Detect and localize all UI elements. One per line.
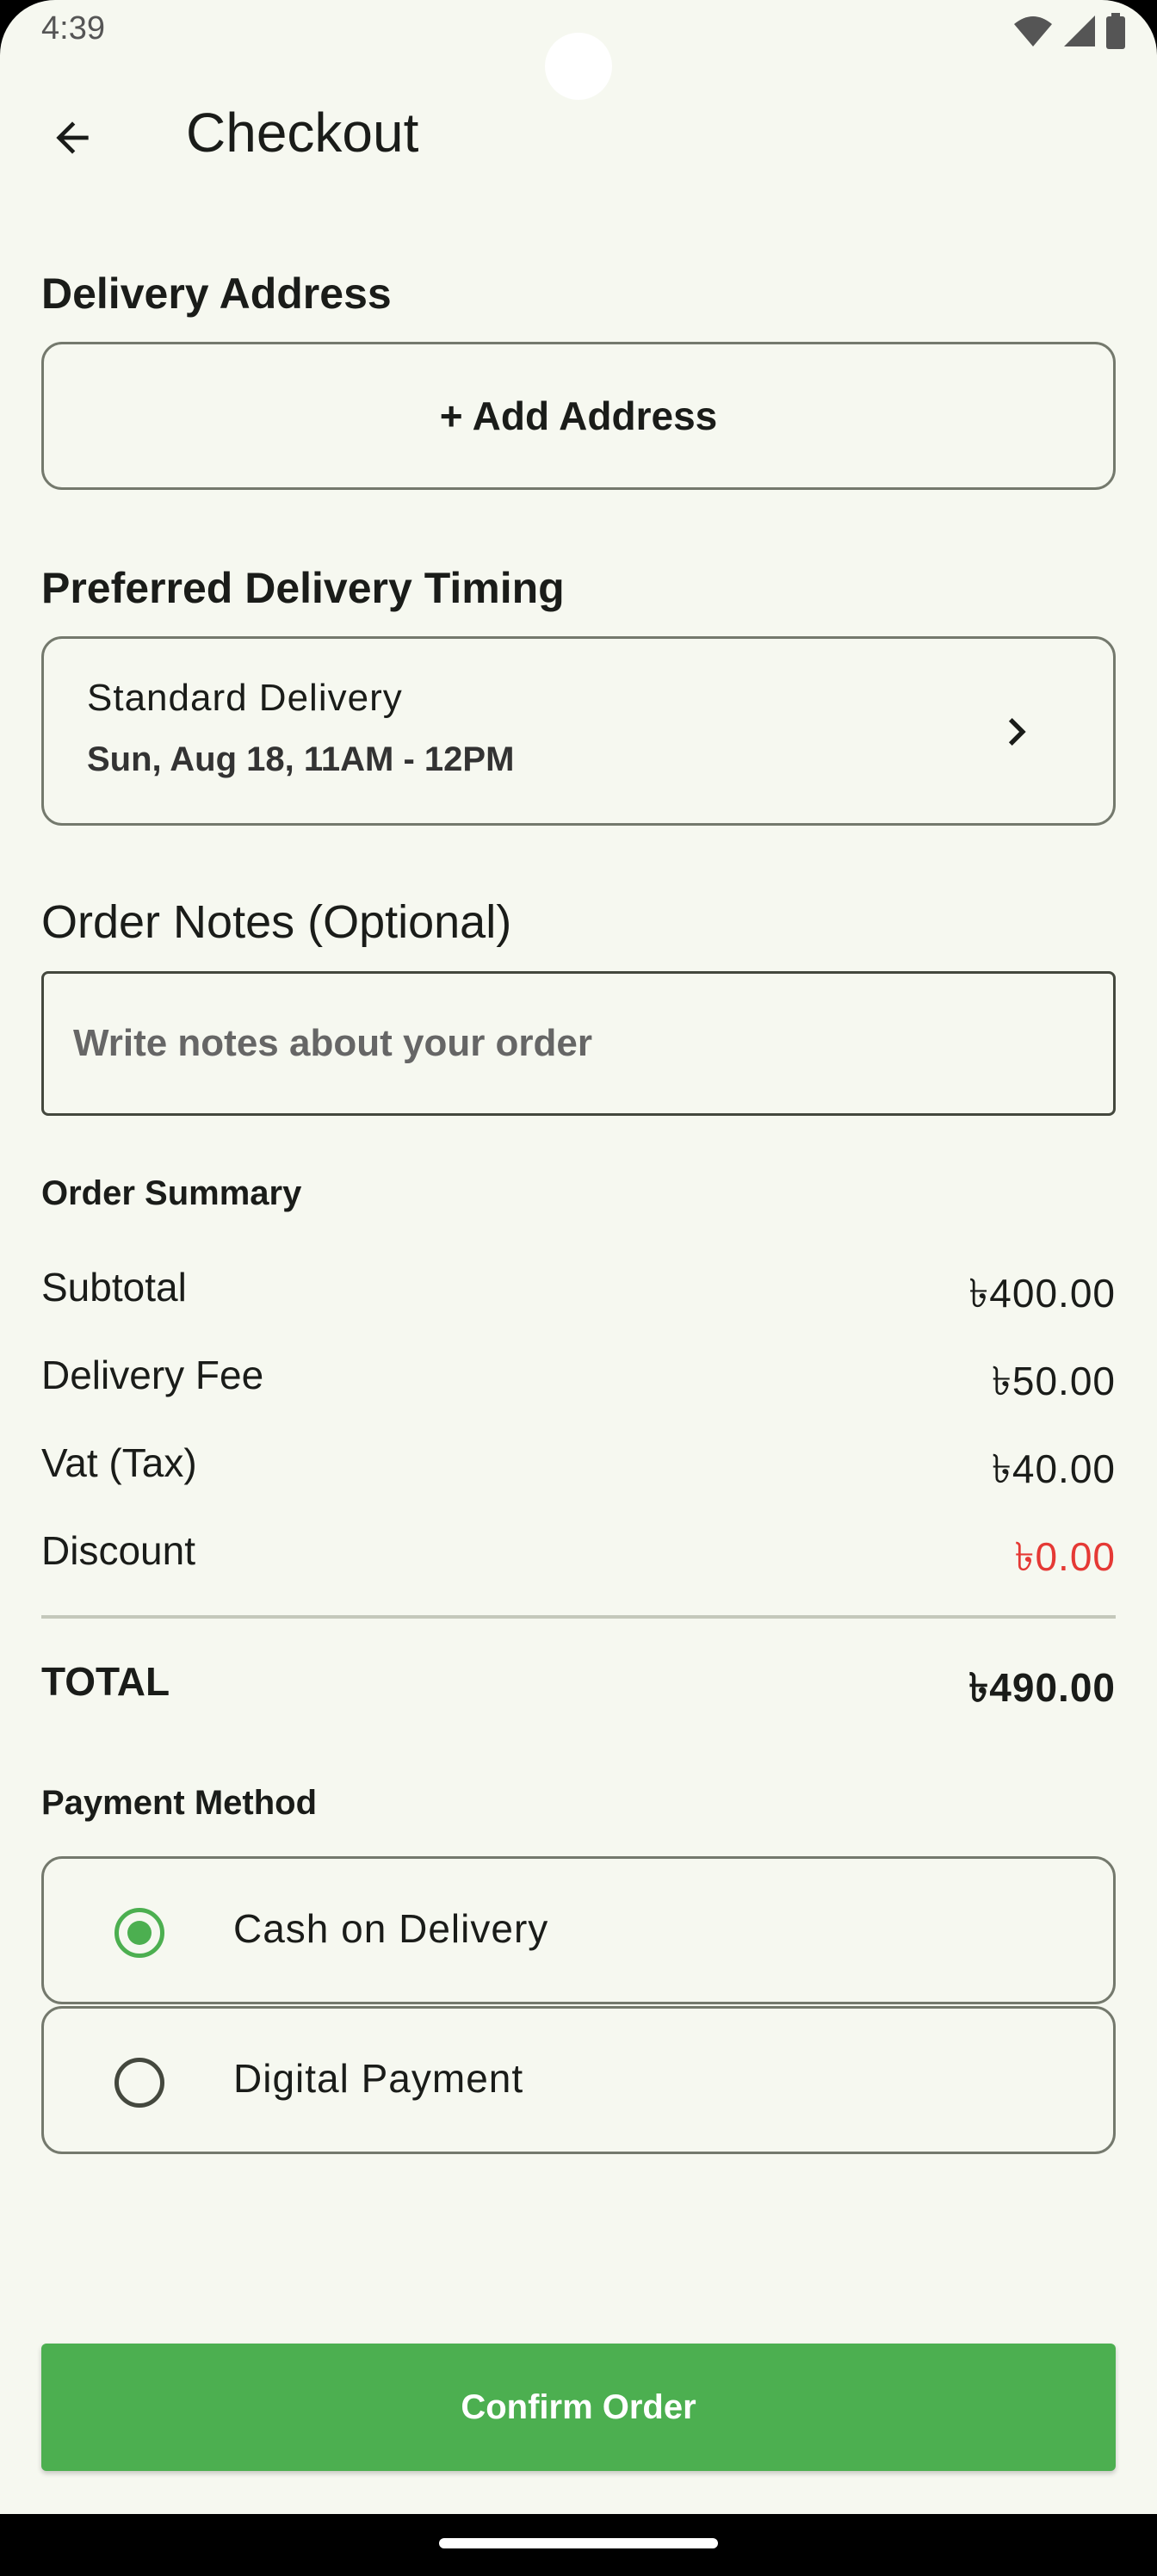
delivery-option-time: Sun, Aug 18, 11AM - 12PM [87,740,515,778]
payment-option-label: Digital Payment [233,2056,524,2101]
back-button[interactable] [38,103,107,172]
summary-label: Discount [41,1528,195,1573]
summary-label: Subtotal [41,1265,187,1310]
summary-divider [41,1615,1116,1619]
status-time: 4:39 [41,10,105,46]
status-bar: 4:39 [0,0,1157,100]
chevron-right-icon [1008,718,1026,746]
summary-amount: ৳40.00 [991,1446,1116,1491]
summary-amount: ৳400.00 [968,1271,1116,1316]
delivery-address-title: Delivery Address [41,269,392,318]
page-title: Checkout [186,102,419,164]
total-amount: ৳490.00 [968,1665,1116,1710]
summary-row-vat: Vat (Tax) ৳40.00 [41,1440,1116,1505]
battery-icon [1106,13,1125,49]
summary-row-total: TOTAL ৳490.00 [41,1658,1116,1724]
summary-row-subtotal: Subtotal ৳400.00 [41,1264,1116,1329]
add-address-label: + Add Address [439,393,718,438]
summary-row-discount: Discount ৳0.00 [41,1527,1116,1593]
summary-label: Vat (Tax) [41,1440,197,1485]
delivery-timing-title: Preferred Delivery Timing [41,564,565,612]
order-notes-label: Order Notes (Optional) [41,896,512,948]
order-notes-input[interactable] [41,971,1116,1116]
checkout-screen: 4:39 Checkout Delivery Address + Add Add… [0,0,1157,2576]
summary-label: Delivery Fee [41,1353,264,1397]
summary-row-delivery-fee: Delivery Fee ৳50.00 [41,1352,1116,1417]
delivery-timing-selector[interactable]: Standard Delivery Sun, Aug 18, 11AM - 12… [41,636,1116,826]
summary-amount: ৳50.00 [991,1359,1116,1403]
signal-icon [1064,15,1095,46]
discount-amount: ৳0.00 [1014,1534,1116,1579]
payment-method-title: Payment Method [41,1784,318,1822]
wifi-icon [1014,16,1052,46]
total-label: TOTAL [41,1659,170,1704]
payment-option-digital[interactable]: Digital Payment [41,2006,1116,2154]
add-address-button[interactable]: + Add Address [41,342,1116,490]
status-icons [1012,12,1126,50]
app-bar: Checkout [0,83,1157,186]
radio-unselected-icon[interactable] [114,2058,164,2108]
home-indicator[interactable] [439,2538,718,2548]
payment-option-label: Cash on Delivery [233,1906,549,1951]
delivery-option-name: Standard Delivery [87,677,403,719]
confirm-order-button[interactable]: Confirm Order [41,2344,1116,2471]
order-summary-title: Order Summary [41,1174,302,1212]
arrow-back-icon [56,121,89,154]
radio-selected-icon[interactable] [114,1908,164,1958]
payment-option-cash[interactable]: Cash on Delivery [41,1856,1116,2004]
confirm-order-label: Confirm Order [461,2387,696,2426]
